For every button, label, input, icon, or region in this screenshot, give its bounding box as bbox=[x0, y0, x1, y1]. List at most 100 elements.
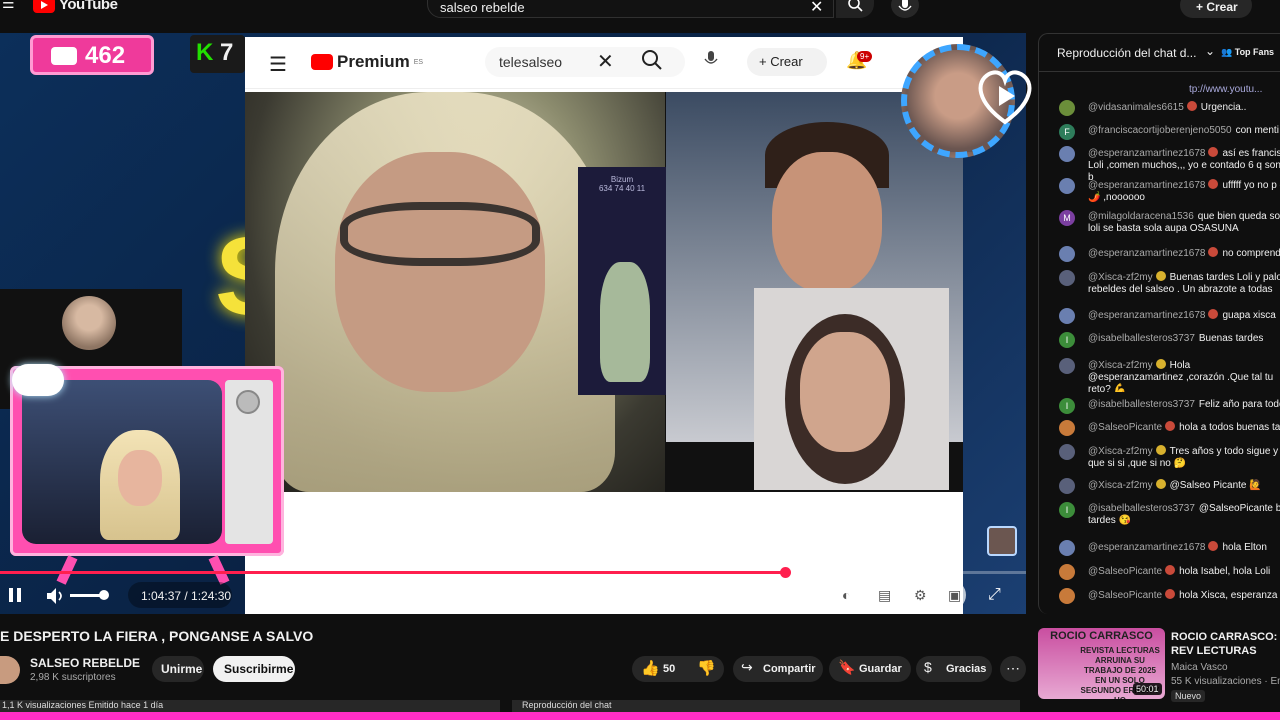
chat-avatar[interactable]: M bbox=[1059, 210, 1075, 226]
streamer-face bbox=[118, 450, 162, 506]
chat-avatar[interactable] bbox=[1059, 100, 1075, 116]
recommendation-title[interactable]: ROCIO CARRASCO: REV LECTURAS PUBLICA QU bbox=[1171, 630, 1280, 658]
chat-avatar[interactable]: I bbox=[1059, 332, 1075, 348]
channel-name[interactable]: SALSEO REBELDE bbox=[30, 656, 140, 670]
member-badge-icon bbox=[1208, 247, 1219, 257]
chat-message[interactable]: @SalseoPicante hola Xisca, esperanza bbox=[1047, 588, 1280, 614]
more-actions-button[interactable]: ⋯ bbox=[1000, 656, 1026, 682]
chat-username[interactable]: @Xisca-zf2my bbox=[1088, 480, 1153, 491]
subscribe-button[interactable]: Suscribirme bbox=[213, 656, 295, 682]
scrubber-handle[interactable] bbox=[780, 567, 791, 578]
chat-username[interactable]: @esperanzamartinez1678 bbox=[1088, 248, 1205, 259]
chat-message[interactable]: @Xisca-zf2my Tres años y todo sigue y s q… bbox=[1047, 444, 1280, 478]
male-guest-face bbox=[772, 152, 882, 292]
chat-message[interactable]: @esperanzamartinez1678 así es francis Lol… bbox=[1047, 146, 1280, 180]
chat-avatar[interactable] bbox=[1059, 540, 1075, 556]
pink-overlay-strip bbox=[0, 712, 1280, 720]
pinned-url[interactable]: tp://www.youtu... bbox=[1189, 84, 1262, 95]
chat-username[interactable]: @milagoldaracena1536 bbox=[1088, 211, 1194, 222]
chat-username[interactable]: @isabelballesteros3737 bbox=[1088, 503, 1195, 514]
chat-username[interactable]: @SalseoPicante bbox=[1088, 566, 1162, 577]
chat-avatar[interactable]: F bbox=[1059, 124, 1075, 140]
like-icon[interactable]: 👍 bbox=[641, 659, 660, 677]
host-face bbox=[335, 152, 545, 392]
chevron-down-icon[interactable]: ⌄ bbox=[1205, 44, 1215, 58]
embedded-create-label: Crear bbox=[770, 54, 803, 69]
top-fans-badge[interactable]: 👥 Top Fans bbox=[1221, 47, 1274, 58]
youtube-logo[interactable]: YouTube bbox=[33, 0, 118, 13]
description-strip[interactable]: 1,1 K visualizaciones Emitido hace 1 día bbox=[0, 700, 500, 712]
chat-username[interactable]: @isabelballesteros3737 bbox=[1088, 333, 1195, 344]
search-button[interactable] bbox=[836, 0, 874, 18]
chat-username[interactable]: @SalseoPicante bbox=[1088, 590, 1162, 601]
chat-username[interactable]: @Xisca-zf2my bbox=[1088, 360, 1153, 371]
kick-icon: K bbox=[196, 39, 214, 66]
chat-message[interactable]: I @isabelballesteros3737 @SalseoPicante bu… bbox=[1047, 502, 1280, 536]
autoplay-toggle-icon[interactable]: ◐ bbox=[842, 587, 850, 603]
chat-avatar[interactable] bbox=[1059, 358, 1075, 374]
chat-avatar[interactable]: I bbox=[1059, 502, 1075, 518]
chat-avatar[interactable] bbox=[1059, 444, 1075, 460]
chat-username[interactable]: @esperanzamartinez1678 bbox=[1088, 180, 1205, 191]
chat-avatar[interactable] bbox=[1059, 270, 1075, 286]
chat-message[interactable]: M @milagoldaracena1536 que bien queda sor … bbox=[1047, 210, 1280, 244]
chat-avatar[interactable]: I bbox=[1059, 398, 1075, 414]
volume-button[interactable] bbox=[46, 587, 66, 610]
chat-mode-dropdown[interactable]: Reproducción del chat d... bbox=[1057, 46, 1196, 60]
notification-count: 9+ bbox=[857, 51, 873, 62]
channel-watermark[interactable] bbox=[987, 526, 1017, 556]
chat-avatar[interactable] bbox=[1059, 588, 1075, 604]
chat-replay-strip[interactable]: Reproducción del chat bbox=[512, 700, 1020, 712]
chat-avatar[interactable] bbox=[1059, 246, 1075, 262]
channel-avatar[interactable] bbox=[0, 656, 20, 684]
recommendation-channel[interactable]: Maica Vasco bbox=[1171, 662, 1228, 673]
settings-icon[interactable]: ⚙ bbox=[914, 587, 927, 604]
chat-text: con menti bbox=[1235, 125, 1279, 136]
chat-avatar[interactable] bbox=[1059, 146, 1075, 162]
member-badge-icon bbox=[1155, 479, 1166, 489]
subtitles-icon[interactable]: ▤ bbox=[878, 587, 891, 604]
top-fans-label: Top Fans bbox=[1234, 47, 1275, 57]
chat-avatar[interactable] bbox=[1059, 420, 1075, 436]
menu-icon[interactable]: ☰ bbox=[2, 0, 16, 11]
chat-avatar[interactable] bbox=[1059, 308, 1075, 324]
create-button[interactable]: + Crear bbox=[1180, 0, 1252, 18]
search-icon bbox=[848, 0, 863, 12]
chat-text: Feliz año para todo bbox=[1198, 399, 1280, 410]
join-button[interactable]: Unirme bbox=[152, 656, 204, 682]
chat-message[interactable]: @Xisca-zf2my Hola @esperanzamartinez ,cor… bbox=[1047, 358, 1280, 392]
chat-username[interactable]: @esperanzamartinez1678 bbox=[1088, 148, 1205, 159]
search-input[interactable]: salseo rebelde bbox=[427, 0, 834, 18]
chat-username[interactable]: @isabelballesteros3737 bbox=[1088, 399, 1195, 410]
dislike-icon[interactable]: 👎 bbox=[697, 659, 716, 677]
chat-message-body: @Xisca-zf2my Buenas tardes Loli y palo re… bbox=[1088, 271, 1280, 296]
chat-message-body: @isabelballesteros3737 Buenas tardes bbox=[1088, 333, 1280, 345]
chat-username[interactable]: @esperanzamartinez1678 bbox=[1088, 310, 1205, 321]
chat-avatar[interactable] bbox=[1059, 564, 1075, 580]
chat-text: no comprendo bbox=[1222, 248, 1280, 259]
like-count[interactable]: 50 bbox=[663, 663, 675, 675]
pause-button[interactable] bbox=[8, 587, 22, 608]
chat-username[interactable]: @esperanzamartinez1678 bbox=[1088, 542, 1205, 553]
progress-played bbox=[0, 571, 785, 574]
chat-avatar[interactable] bbox=[1059, 178, 1075, 194]
voice-search-button[interactable] bbox=[891, 0, 919, 18]
chat-avatar[interactable] bbox=[1059, 478, 1075, 494]
chat-message-body: @isabelballesteros3737 @SalseoPicante bu … bbox=[1088, 503, 1280, 527]
chat-message[interactable]: @Xisca-zf2my Buenas tardes Loli y palo re… bbox=[1047, 270, 1280, 304]
chat-message[interactable]: @esperanzamartinez1678ufffff yo no p el … bbox=[1047, 178, 1280, 212]
chat-username[interactable]: @Xisca-zf2my bbox=[1088, 446, 1153, 457]
embedded-search-icon bbox=[641, 49, 663, 76]
clear-search-icon[interactable]: ✕ bbox=[810, 0, 823, 17]
chat-username[interactable]: @franciscacortijoberenjeno5050 bbox=[1088, 125, 1232, 136]
thumbnail-headline: ROCIO CARRASCO bbox=[1050, 630, 1153, 642]
embedded-create-button: + Crear bbox=[747, 48, 827, 76]
chat-username[interactable]: @vidasanimales6615 bbox=[1088, 102, 1184, 113]
fullscreen-icon[interactable]: ⤢ bbox=[988, 586, 1001, 604]
volume-knob[interactable] bbox=[99, 590, 109, 600]
miniplayer-icon[interactable]: ▣ bbox=[948, 587, 961, 604]
chat-username[interactable]: @SalseoPicante bbox=[1088, 422, 1162, 433]
plus-icon: + bbox=[1196, 0, 1207, 14]
chat-username[interactable]: @Xisca-zf2my bbox=[1088, 272, 1153, 283]
member-badge-icon bbox=[1155, 445, 1166, 455]
